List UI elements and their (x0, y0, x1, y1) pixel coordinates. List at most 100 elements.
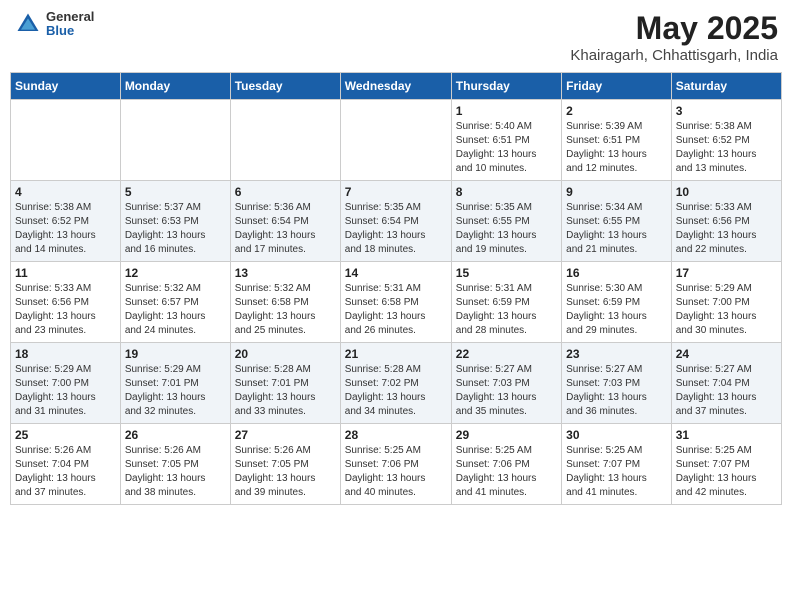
calendar-week-1: 1 Sunrise: 5:40 AMSunset: 6:51 PMDaylight… (11, 100, 782, 181)
day-info: Sunrise: 5:35 AMSunset: 6:54 PMDaylight:… (345, 201, 447, 257)
day-info: Sunrise: 5:26 AMSunset: 7:04 PMDaylight:… (15, 444, 116, 500)
day-info: Sunrise: 5:29 AMSunset: 7:00 PMDaylight:… (676, 282, 777, 338)
logo-icon (14, 10, 42, 38)
weekday-header-tuesday: Tuesday (230, 73, 340, 100)
calendar-cell: 30Sunrise: 5:25 AMSunset: 7:07 PMDayligh… (562, 424, 672, 505)
calendar-cell: 28 Sunrise: 5:25 AMSunset: 7:06 PMDayligh… (340, 424, 451, 505)
calendar-cell (11, 100, 121, 181)
calendar-cell: 23 Sunrise: 5:27 AMSunset: 7:03 PMDayligh… (562, 343, 672, 424)
day-info: Sunrise: 5:26 AMSunset: 7:05 PMDaylight:… (125, 444, 226, 500)
day-number: 15 (456, 266, 557, 280)
day-info: Sunrise: 5:34 AMSunset: 6:55 PMDaylight:… (566, 201, 667, 257)
day-info: Sunrise: 5:25 AMSunset: 7:07 PMDaylight:… (676, 444, 777, 500)
day-info: Sunrise: 5:28 AMSunset: 7:02 PMDaylight:… (345, 363, 447, 419)
day-number: 11 (15, 266, 116, 280)
day-number: 31 (676, 428, 777, 442)
day-info: Sunrise: 5:27 AMSunset: 7:03 PMDaylight:… (456, 363, 557, 419)
calendar-cell: 25 Sunrise: 5:26 AMSunset: 7:04 PMDayligh… (11, 424, 121, 505)
day-info: Sunrise: 5:27 AMSunset: 7:03 PMDaylight:… (566, 363, 667, 419)
calendar-title: May 2025 (570, 10, 778, 47)
calendar-cell: 22 Sunrise: 5:27 AMSunset: 7:03 PMDayligh… (451, 343, 561, 424)
calendar-cell: 7Sunrise: 5:35 AMSunset: 6:54 PMDaylight… (340, 181, 451, 262)
day-number: 1 (456, 104, 557, 118)
calendar-cell: 21 Sunrise: 5:28 AMSunset: 7:02 PMDayligh… (340, 343, 451, 424)
day-info: Sunrise: 5:26 AMSunset: 7:05 PMDaylight:… (235, 444, 336, 500)
weekday-header-sunday: Sunday (11, 73, 121, 100)
calendar-cell: 8 Sunrise: 5:35 AMSunset: 6:55 PMDaylight… (451, 181, 561, 262)
weekday-header-monday: Monday (120, 73, 230, 100)
day-info: Sunrise: 5:37 AMSunset: 6:53 PMDaylight:… (125, 201, 226, 257)
day-number: 14 (345, 266, 447, 280)
calendar-cell: 12 Sunrise: 5:32 AMSunset: 6:57 PMDayligh… (120, 262, 230, 343)
day-info: Sunrise: 5:28 AMSunset: 7:01 PMDaylight:… (235, 363, 336, 419)
day-number: 29 (456, 428, 557, 442)
calendar-cell (230, 100, 340, 181)
weekday-header-friday: Friday (562, 73, 672, 100)
calendar-cell: 6 Sunrise: 5:36 AMSunset: 6:54 PMDaylight… (230, 181, 340, 262)
day-info: Sunrise: 5:25 AMSunset: 7:07 PMDaylight:… (566, 444, 667, 500)
day-number: 16 (566, 266, 667, 280)
calendar-cell: 17Sunrise: 5:29 AMSunset: 7:00 PMDayligh… (671, 262, 781, 343)
day-number: 21 (345, 347, 447, 361)
logo: General Blue (14, 10, 94, 39)
weekday-header-saturday: Saturday (671, 73, 781, 100)
day-number: 2 (566, 104, 667, 118)
weekday-header-thursday: Thursday (451, 73, 561, 100)
day-info: Sunrise: 5:25 AMSunset: 7:06 PMDaylight:… (456, 444, 557, 500)
calendar-cell (340, 100, 451, 181)
day-number: 22 (456, 347, 557, 361)
day-info: Sunrise: 5:30 AMSunset: 6:59 PMDaylight:… (566, 282, 667, 338)
day-info: Sunrise: 5:35 AMSunset: 6:55 PMDaylight:… (456, 201, 557, 257)
calendar-cell: 11Sunrise: 5:33 AMSunset: 6:56 PMDayligh… (11, 262, 121, 343)
day-number: 24 (676, 347, 777, 361)
calendar-cell: 1 Sunrise: 5:40 AMSunset: 6:51 PMDaylight… (451, 100, 561, 181)
calendar-cell: 13Sunrise: 5:32 AMSunset: 6:58 PMDayligh… (230, 262, 340, 343)
day-number: 23 (566, 347, 667, 361)
day-number: 8 (456, 185, 557, 199)
calendar-cell: 29 Sunrise: 5:25 AMSunset: 7:06 PMDayligh… (451, 424, 561, 505)
day-info: Sunrise: 5:36 AMSunset: 6:54 PMDaylight:… (235, 201, 336, 257)
calendar-header: SundayMondayTuesdayWednesdayThursdayFrid… (11, 73, 782, 100)
calendar-cell: 2 Sunrise: 5:39 AMSunset: 6:51 PMDaylight… (562, 100, 672, 181)
day-info: Sunrise: 5:38 AMSunset: 6:52 PMDaylight:… (676, 120, 777, 176)
day-number: 25 (15, 428, 116, 442)
calendar-body: 1 Sunrise: 5:40 AMSunset: 6:51 PMDaylight… (11, 100, 782, 505)
weekday-header-row: SundayMondayTuesdayWednesdayThursdayFrid… (11, 73, 782, 100)
calendar-cell: 14 Sunrise: 5:31 AMSunset: 6:58 PMDayligh… (340, 262, 451, 343)
day-info: Sunrise: 5:31 AMSunset: 6:58 PMDaylight:… (345, 282, 447, 338)
day-info: Sunrise: 5:40 AMSunset: 6:51 PMDaylight:… (456, 120, 557, 176)
calendar-cell: 27Sunrise: 5:26 AMSunset: 7:05 PMDayligh… (230, 424, 340, 505)
day-info: Sunrise: 5:29 AMSunset: 7:01 PMDaylight:… (125, 363, 226, 419)
day-number: 6 (235, 185, 336, 199)
calendar-week-2: 4 Sunrise: 5:38 AMSunset: 6:52 PMDaylight… (11, 181, 782, 262)
day-number: 9 (566, 185, 667, 199)
page-header: General Blue May 2025 Khairagarh, Chhatt… (10, 10, 782, 64)
day-info: Sunrise: 5:38 AMSunset: 6:52 PMDaylight:… (15, 201, 116, 257)
day-info: Sunrise: 5:33 AMSunset: 6:56 PMDaylight:… (676, 201, 777, 257)
day-number: 28 (345, 428, 447, 442)
day-info: Sunrise: 5:29 AMSunset: 7:00 PMDaylight:… (15, 363, 116, 419)
calendar-location: Khairagarh, Chhattisgarh, India (570, 47, 778, 64)
calendar-cell (120, 100, 230, 181)
calendar-cell: 3 Sunrise: 5:38 AMSunset: 6:52 PMDaylight… (671, 100, 781, 181)
day-number: 10 (676, 185, 777, 199)
logo-general-text: General (46, 10, 94, 24)
calendar-cell: 20Sunrise: 5:28 AMSunset: 7:01 PMDayligh… (230, 343, 340, 424)
day-number: 12 (125, 266, 226, 280)
title-block: May 2025 Khairagarh, Chhattisgarh, India (570, 10, 778, 64)
day-number: 5 (125, 185, 226, 199)
day-number: 4 (15, 185, 116, 199)
weekday-header-wednesday: Wednesday (340, 73, 451, 100)
calendar-cell: 5 Sunrise: 5:37 AMSunset: 6:53 PMDaylight… (120, 181, 230, 262)
day-info: Sunrise: 5:32 AMSunset: 6:57 PMDaylight:… (125, 282, 226, 338)
calendar-cell: 19Sunrise: 5:29 AMSunset: 7:01 PMDayligh… (120, 343, 230, 424)
day-info: Sunrise: 5:25 AMSunset: 7:06 PMDaylight:… (345, 444, 447, 500)
calendar-table: SundayMondayTuesdayWednesdayThursdayFrid… (10, 72, 782, 505)
calendar-cell: 4 Sunrise: 5:38 AMSunset: 6:52 PMDaylight… (11, 181, 121, 262)
calendar-week-5: 25 Sunrise: 5:26 AMSunset: 7:04 PMDayligh… (11, 424, 782, 505)
day-number: 3 (676, 104, 777, 118)
calendar-week-4: 18Sunrise: 5:29 AMSunset: 7:00 PMDayligh… (11, 343, 782, 424)
calendar-cell: 9 Sunrise: 5:34 AMSunset: 6:55 PMDaylight… (562, 181, 672, 262)
day-info: Sunrise: 5:31 AMSunset: 6:59 PMDaylight:… (456, 282, 557, 338)
day-info: Sunrise: 5:39 AMSunset: 6:51 PMDaylight:… (566, 120, 667, 176)
